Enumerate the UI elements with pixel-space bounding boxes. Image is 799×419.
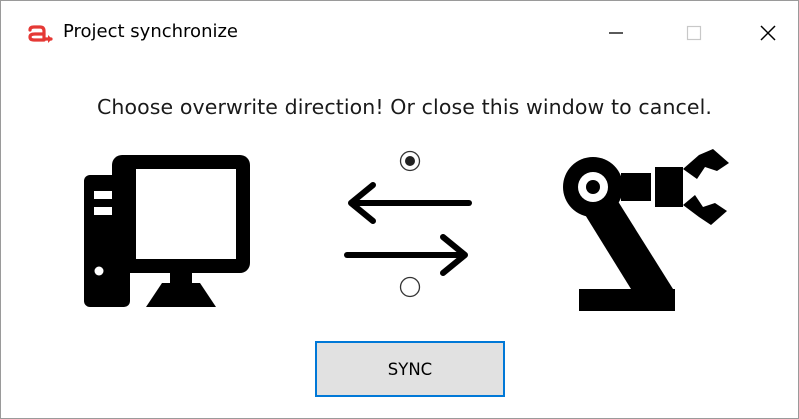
close-icon [759, 25, 776, 41]
window-title: Project synchronize [63, 21, 238, 42]
arrow-left-icon[interactable] [343, 181, 473, 225]
computer-icon [84, 155, 250, 307]
radio-overwrite-robot[interactable] [399, 276, 421, 298]
arrow-right-icon[interactable] [343, 233, 473, 277]
minimize-button[interactable] [581, 1, 651, 65]
minimize-icon [609, 32, 623, 34]
robot-arm-icon [563, 149, 729, 311]
maximize-icon [686, 25, 702, 41]
close-button[interactable] [737, 1, 798, 65]
project-synchronize-window: Project synchronize Choose overwrite dir… [0, 0, 799, 419]
maximize-button[interactable] [659, 1, 729, 65]
arrow-logo-icon [28, 25, 53, 43]
sync-button[interactable]: SYNC [315, 341, 505, 397]
instruction-text: Choose overwrite direction! Or close thi… [96, 95, 713, 119]
title-bar[interactable]: Project synchronize [1, 1, 798, 65]
radio-overwrite-pc[interactable] [399, 150, 421, 172]
